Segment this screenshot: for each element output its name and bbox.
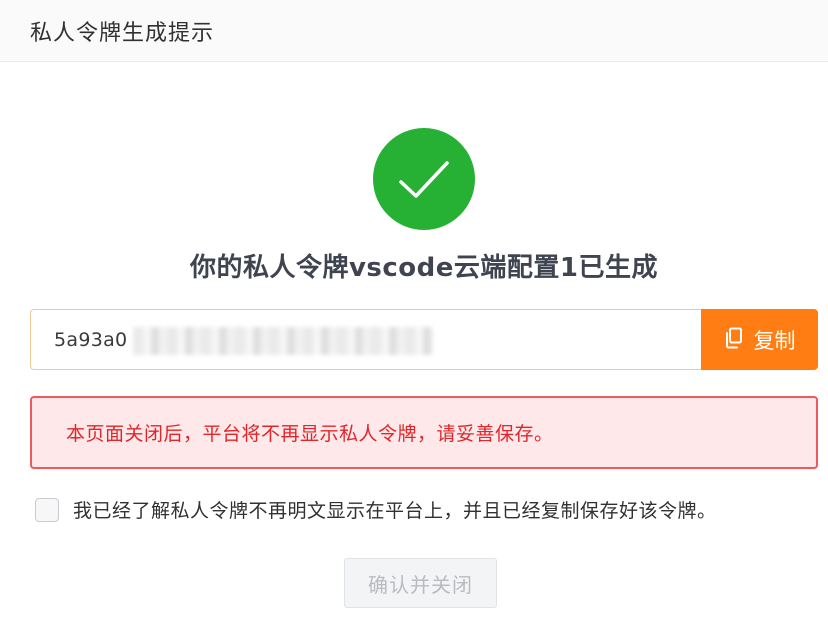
confirm-close-button[interactable]: 确认并关闭 [344, 558, 497, 608]
token-value[interactable]: 5a93a0 [54, 329, 127, 351]
dialog-title: 私人令牌生成提示 [30, 20, 215, 46]
copy-icon [724, 327, 744, 353]
checkmark-icon [399, 161, 449, 198]
warning-alert: 本页面关闭后，平台将不再显示私人令牌，请妥善保存。 [30, 396, 818, 469]
confirmation-checkbox[interactable] [35, 497, 59, 522]
success-indicator [373, 128, 475, 230]
token-row: 5a93a0 复制 [30, 309, 818, 370]
confirm-close-label: 确认并关闭 [368, 572, 473, 597]
warning-text: 本页面关闭后，平台将不再显示私人令牌，请妥善保存。 [66, 423, 554, 445]
copy-button[interactable]: 复制 [701, 309, 818, 370]
dialog-header: 私人令牌生成提示 [0, 0, 828, 62]
token-generated-dialog: 私人令牌生成提示 你的私人令牌vscode云端配置1已生成 5a93a0 复制 … [0, 0, 828, 619]
success-headline: 你的私人令牌vscode云端配置1已生成 [189, 253, 659, 283]
copy-button-label: 复制 [753, 328, 796, 353]
confirmation-row: 我已经了解私人令牌不再明文显示在平台上，并且已经复制保存好该令牌。 [35, 496, 717, 523]
token-redaction-mask [133, 327, 433, 355]
confirmation-label[interactable]: 我已经了解私人令牌不再明文显示在平台上，并且已经复制保存好该令牌。 [73, 496, 717, 523]
token-field[interactable]: 5a93a0 [30, 309, 701, 370]
